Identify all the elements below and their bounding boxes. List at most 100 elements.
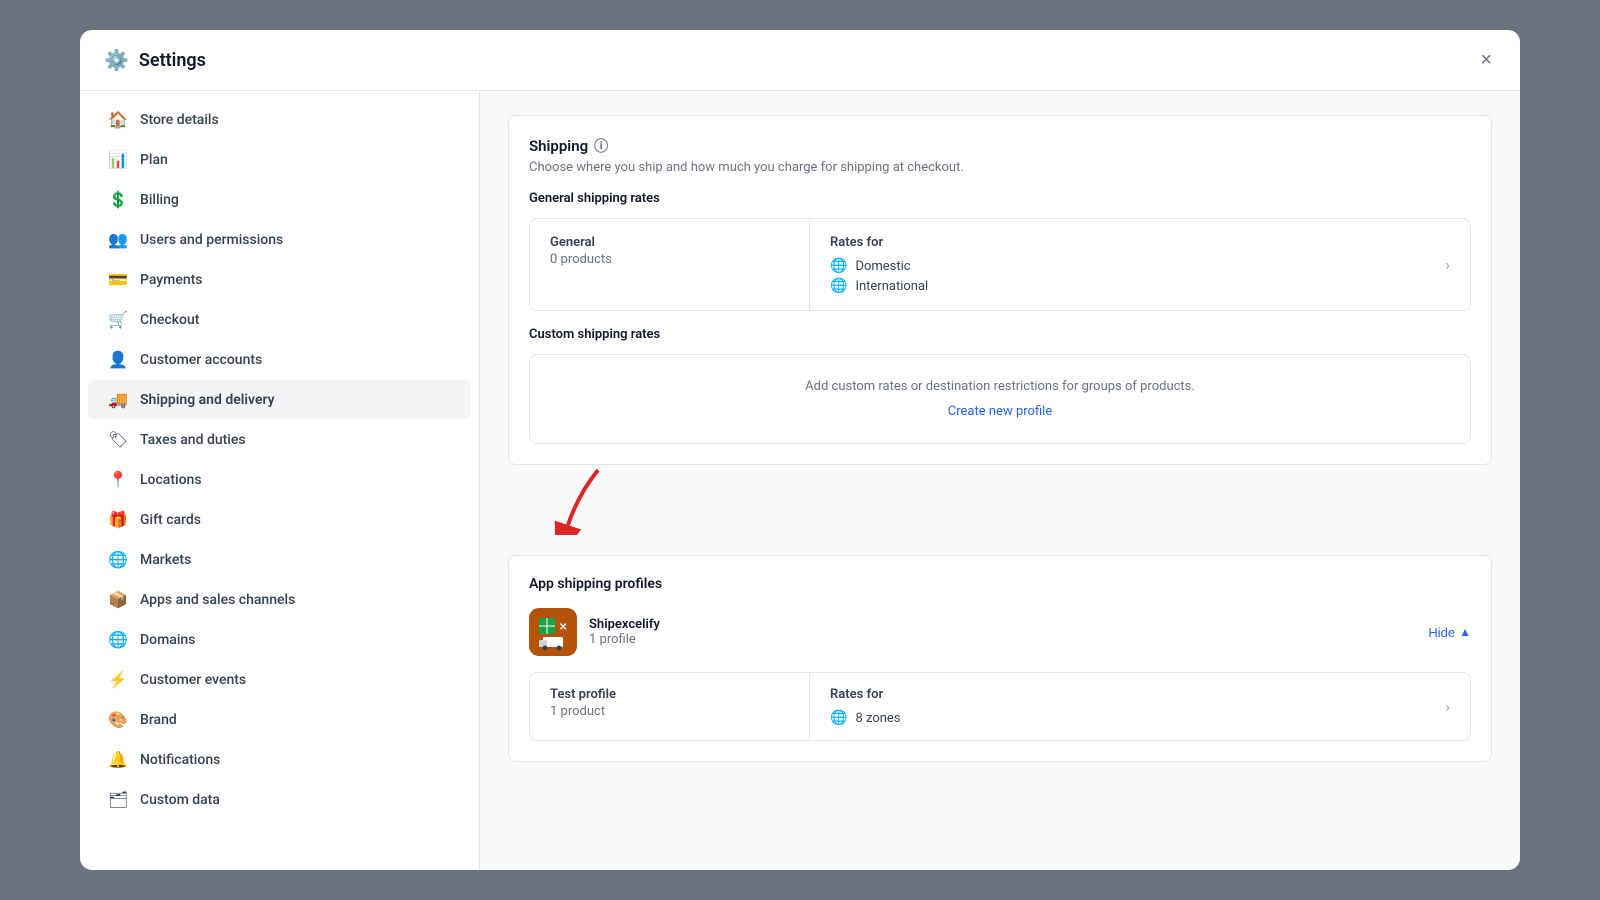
sidebar-item-notifications[interactable]: 🔔 Notifications xyxy=(88,740,471,779)
chevron-right-icon: › xyxy=(1445,255,1450,274)
general-rate-card[interactable]: General 0 products Rates for 🌐 Domestic xyxy=(529,218,1471,311)
rate-card-left: General 0 products xyxy=(530,219,810,310)
sidebar-label-plan: Plan xyxy=(140,152,168,168)
app-info: Shipexcelify 1 profile xyxy=(589,617,1416,647)
svg-text:✕: ✕ xyxy=(559,622,567,633)
sidebar-icon-payments: 💳 xyxy=(108,270,128,289)
modal-body: 🏠 Store details 📊 Plan 💲 Billing 👥 Users… xyxy=(80,91,1520,870)
sidebar-icon-customer-events: ⚡ xyxy=(108,670,128,689)
section-header: Shipping ⓘ Choose where you ship and how… xyxy=(529,136,1471,175)
content-inner: Shipping ⓘ Choose where you ship and how… xyxy=(480,91,1520,806)
sidebar-label-checkout: Checkout xyxy=(140,312,199,328)
settings-icon: ⚙️ xyxy=(104,48,129,72)
sidebar-item-customer-events[interactable]: ⚡ Customer events xyxy=(88,660,471,699)
sidebar-item-users-permissions[interactable]: 👥 Users and permissions xyxy=(88,220,471,259)
shipping-title: Shipping ⓘ xyxy=(529,136,1471,156)
custom-rates-title: Custom shipping rates xyxy=(529,327,1471,342)
sidebar-label-notifications: Notifications xyxy=(140,752,220,768)
sidebar-icon-gift-cards: 🎁 xyxy=(108,510,128,529)
hide-button[interactable]: Hide ▲ xyxy=(1428,625,1471,640)
rate-destinations: 🌐 Domestic 🌐 International xyxy=(830,258,928,294)
custom-rates-empty: Add custom rates or destination restrict… xyxy=(529,354,1471,444)
general-products: 0 products xyxy=(550,252,789,267)
rate-card-right: Rates for 🌐 Domestic 🌐 International xyxy=(810,219,1470,310)
test-zones-label: 8 zones xyxy=(855,711,900,726)
test-zones: 🌐 8 zones xyxy=(830,710,901,726)
sidebar-label-store-details: Store details xyxy=(140,112,219,128)
shipping-card: Shipping ⓘ Choose where you ship and how… xyxy=(508,115,1492,465)
app-profile-count: 1 profile xyxy=(589,632,1416,647)
create-profile-link[interactable]: Create new profile xyxy=(948,404,1052,419)
sidebar-label-users-permissions: Users and permissions xyxy=(140,232,283,248)
sidebar-icon-users-permissions: 👥 xyxy=(108,230,128,249)
sidebar-item-gift-cards[interactable]: 🎁 Gift cards xyxy=(88,500,471,539)
sidebar-item-billing[interactable]: 💲 Billing xyxy=(88,180,471,219)
chevron-up-icon: ▲ xyxy=(1459,625,1471,639)
custom-empty-text: Add custom rates or destination restrict… xyxy=(550,379,1450,394)
sidebar-label-taxes-duties: Taxes and duties xyxy=(140,432,246,448)
general-label: General xyxy=(550,235,789,250)
sidebar-icon-domains: 🌐 xyxy=(108,630,128,649)
sidebar-label-domains: Domains xyxy=(140,632,195,648)
sidebar-icon-checkout: 🛒 xyxy=(108,310,128,329)
test-rates-for-label: Rates for xyxy=(830,687,901,702)
sidebar-icon-billing: 💲 xyxy=(108,190,128,209)
sidebar-item-customer-accounts[interactable]: 👤 Customer accounts xyxy=(88,340,471,379)
app-logo: ✕ xyxy=(529,608,577,656)
sidebar-icon-locations: 📍 xyxy=(108,470,128,489)
sidebar-item-store-details[interactable]: 🏠 Store details xyxy=(88,100,471,139)
sidebar-label-gift-cards: Gift cards xyxy=(140,512,201,528)
sidebar-label-apps-sales: Apps and sales channels xyxy=(140,592,295,608)
test-profile-product-count: 1 product xyxy=(550,704,789,719)
international-label: International xyxy=(855,279,928,294)
test-profile-name: Test profile xyxy=(550,687,789,702)
international-dest: 🌐 International xyxy=(830,278,928,294)
app-profiles-title: App shipping profiles xyxy=(529,576,1471,592)
shipping-subtitle: Choose where you ship and how much you c… xyxy=(529,160,1471,175)
sidebar: 🏠 Store details 📊 Plan 💲 Billing 👥 Users… xyxy=(80,91,480,870)
sidebar-label-locations: Locations xyxy=(140,472,202,488)
sidebar-label-billing: Billing xyxy=(140,192,179,208)
test-profile-left: Test profile 1 product xyxy=(530,673,810,740)
sidebar-label-brand: Brand xyxy=(140,712,177,728)
app-item: ✕ Shipexcelify 1 profile Hide ▲ xyxy=(529,608,1471,656)
sidebar-item-custom-data[interactable]: 🗂 Custom data xyxy=(88,780,471,819)
shipping-title-text: Shipping xyxy=(529,137,588,155)
test-chevron-right-icon: › xyxy=(1445,697,1450,716)
globe-icon-domestic: 🌐 xyxy=(830,258,847,274)
main-content: Shipping ⓘ Choose where you ship and how… xyxy=(480,91,1520,870)
domestic-dest: 🌐 Domestic xyxy=(830,258,928,274)
sidebar-icon-customer-accounts: 👤 xyxy=(108,350,128,369)
close-button[interactable]: × xyxy=(1476,46,1496,74)
sidebar-label-payments: Payments xyxy=(140,272,203,288)
app-profiles-card: App shipping profiles xyxy=(508,555,1492,762)
sidebar-item-markets[interactable]: 🌐 Markets xyxy=(88,540,471,579)
sidebar-item-taxes-duties[interactable]: 🏷 Taxes and duties xyxy=(88,420,471,459)
sidebar-label-customer-events: Customer events xyxy=(140,672,246,688)
sidebar-icon-markets: 🌐 xyxy=(108,550,128,569)
info-icon[interactable]: ⓘ xyxy=(594,136,608,156)
sidebar-item-payments[interactable]: 💳 Payments xyxy=(88,260,471,299)
test-profile-rates: Rates for 🌐 8 zones xyxy=(830,687,901,726)
sidebar-item-domains[interactable]: 🌐 Domains xyxy=(88,620,471,659)
sidebar-item-plan[interactable]: 📊 Plan xyxy=(88,140,471,179)
sidebar-icon-custom-data: 🗂 xyxy=(108,790,128,809)
red-arrow-svg xyxy=(518,465,698,535)
sidebar-item-locations[interactable]: 📍 Locations xyxy=(88,460,471,499)
shipexcelify-logo-svg: ✕ xyxy=(533,612,573,652)
test-profile-row[interactable]: Test profile 1 product Rates for 🌐 8 zon… xyxy=(529,672,1471,741)
sidebar-icon-plan: 📊 xyxy=(108,150,128,169)
sidebar-item-brand[interactable]: 🎨 Brand xyxy=(88,700,471,739)
domestic-label: Domestic xyxy=(855,259,910,274)
sidebar-item-apps-sales[interactable]: 📦 Apps and sales channels xyxy=(88,580,471,619)
rate-destinations-area: Rates for 🌐 Domestic 🌐 International xyxy=(830,235,928,294)
modal-header: ⚙️ Settings × xyxy=(80,30,1520,91)
settings-modal: ⚙️ Settings × 🏠 Store details 📊 Plan 💲 B… xyxy=(80,30,1520,870)
general-rates-title: General shipping rates xyxy=(529,191,1471,206)
sidebar-label-shipping-delivery: Shipping and delivery xyxy=(140,392,275,408)
sidebar-icon-store-details: 🏠 xyxy=(108,110,128,129)
sidebar-item-checkout[interactable]: 🛒 Checkout xyxy=(88,300,471,339)
sidebar-item-shipping-delivery[interactable]: 🚚 Shipping and delivery xyxy=(88,380,471,419)
modal-title: Settings xyxy=(139,50,206,71)
sidebar-icon-brand: 🎨 xyxy=(108,710,128,729)
